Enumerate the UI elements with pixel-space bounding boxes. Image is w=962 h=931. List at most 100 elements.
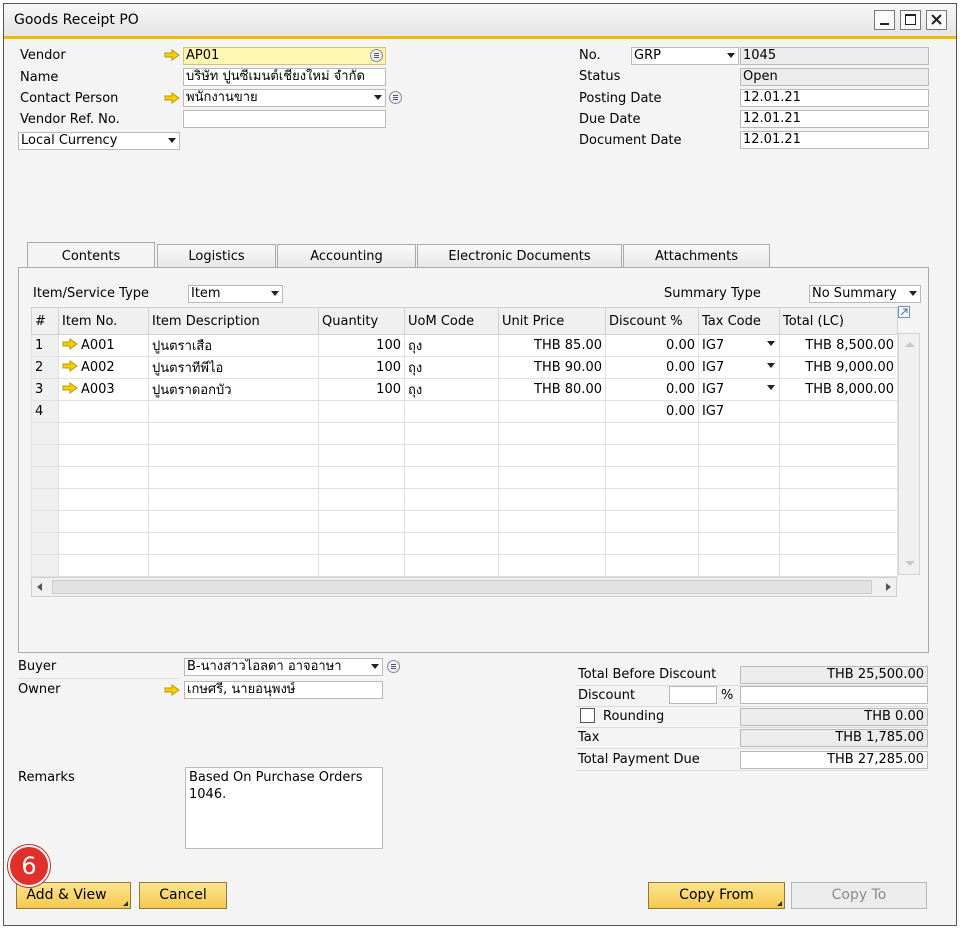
- item-no-cell[interactable]: [58, 400, 149, 423]
- empty-row[interactable]: [31, 532, 898, 555]
- maximize-icon[interactable]: [900, 10, 921, 30]
- table-row[interactable]: 2 A002 ปูนตราทีพีไอ 100 ถุง THB 90.00 0.…: [31, 356, 898, 379]
- item-no-cell[interactable]: A001: [58, 334, 149, 357]
- description-cell[interactable]: [148, 400, 319, 423]
- cancel-button[interactable]: Cancel: [139, 882, 227, 909]
- rounding-checkbox[interactable]: [580, 708, 595, 723]
- copy-from-button[interactable]: Copy From: [648, 882, 785, 909]
- posting-date-field[interactable]: 12.01.21: [740, 89, 929, 107]
- vendor-field[interactable]: AP01: [183, 47, 386, 65]
- discount-amount-field[interactable]: [740, 686, 928, 704]
- contact-person-select[interactable]: พนักงานขาย: [183, 89, 386, 107]
- empty-row[interactable]: [31, 466, 898, 489]
- discount-cell[interactable]: 0.00: [605, 334, 699, 357]
- currency-select[interactable]: Local Currency: [18, 132, 180, 150]
- link-arrow-icon[interactable]: [62, 360, 78, 372]
- tax-code-cell[interactable]: IG7: [698, 400, 780, 423]
- table-row[interactable]: 4 0.00 IG7: [31, 400, 898, 423]
- choose-list-icon[interactable]: [370, 49, 383, 62]
- column-header[interactable]: Item No.: [58, 307, 149, 335]
- name-field[interactable]: บริษัท ปูนซีเมนต์เชียงใหม่ จำกัด: [183, 68, 386, 86]
- summary-type-select[interactable]: No Summary: [809, 285, 921, 303]
- column-header[interactable]: Total (LC): [779, 307, 898, 335]
- unit-price-cell[interactable]: THB 85.00: [498, 334, 606, 357]
- link-arrow-icon[interactable]: [164, 92, 180, 104]
- link-arrow-icon[interactable]: [164, 49, 180, 61]
- choose-list-icon[interactable]: [387, 660, 400, 673]
- scroll-down-icon[interactable]: [905, 561, 915, 566]
- empty-row[interactable]: [31, 488, 898, 511]
- close-icon[interactable]: [926, 10, 947, 30]
- total-cell[interactable]: THB 8,000.00: [779, 378, 898, 401]
- choose-list-icon[interactable]: [389, 91, 402, 104]
- name-label: Name: [20, 70, 59, 85]
- due-date-field[interactable]: 12.01.21: [740, 110, 929, 128]
- total-cell[interactable]: [779, 400, 898, 423]
- column-header[interactable]: Item Description: [148, 307, 319, 335]
- total-cell[interactable]: THB 9,000.00: [779, 356, 898, 379]
- quantity-cell[interactable]: 100: [318, 334, 405, 357]
- link-arrow-icon[interactable]: [62, 338, 78, 350]
- table-row[interactable]: 1 A001 ปูนตราเสือ 100 ถุง THB 85.00 0.00…: [31, 334, 898, 357]
- link-arrow-icon[interactable]: [164, 684, 180, 696]
- unit-price-cell[interactable]: THB 90.00: [498, 356, 606, 379]
- tax-code-cell[interactable]: IG7: [698, 378, 780, 401]
- divider: [576, 770, 928, 771]
- tax-code-cell[interactable]: IG7: [698, 356, 780, 379]
- scroll-up-icon[interactable]: [905, 342, 915, 347]
- copy-to-button: Copy To: [791, 882, 927, 909]
- minimize-icon[interactable]: [874, 10, 895, 30]
- column-header[interactable]: #: [31, 307, 59, 335]
- column-header[interactable]: Quantity: [318, 307, 405, 335]
- item-type-select[interactable]: Item: [188, 285, 283, 303]
- remarks-textarea[interactable]: Based On Purchase Orders 1046.: [185, 767, 383, 849]
- expand-icon[interactable]: [898, 306, 910, 318]
- item-no-cell[interactable]: A003: [58, 378, 149, 401]
- owner-field[interactable]: เกษศรี, นายอนุพงษ์: [184, 681, 383, 699]
- empty-row[interactable]: [31, 554, 898, 577]
- item-no-cell[interactable]: A002: [58, 356, 149, 379]
- uom-cell[interactable]: ถุง: [404, 378, 499, 401]
- uom-cell[interactable]: ถุง: [404, 356, 499, 379]
- tab-logistics[interactable]: Logistics: [157, 244, 276, 268]
- vendor-ref-field[interactable]: [183, 110, 386, 128]
- tab-contents[interactable]: Contents: [27, 242, 155, 267]
- tab-accounting[interactable]: Accounting: [277, 244, 416, 268]
- horizontal-scrollbar[interactable]: [31, 577, 897, 597]
- quantity-cell[interactable]: 100: [318, 378, 405, 401]
- description-cell[interactable]: ปูนตราดอกบัว: [148, 378, 319, 401]
- uom-cell[interactable]: ถุง: [404, 334, 499, 357]
- discount-cell[interactable]: 0.00: [605, 400, 699, 423]
- tab-electronic-documents[interactable]: Electronic Documents: [417, 244, 622, 268]
- document-date-field[interactable]: 12.01.21: [740, 131, 929, 149]
- total-cell[interactable]: THB 8,500.00: [779, 334, 898, 357]
- empty-row[interactable]: [31, 422, 898, 445]
- tab-attachments[interactable]: Attachments: [623, 244, 770, 268]
- column-header[interactable]: Unit Price: [498, 307, 606, 335]
- empty-row[interactable]: [31, 510, 898, 533]
- column-header[interactable]: Discount %: [605, 307, 699, 335]
- discount-cell[interactable]: 0.00: [605, 378, 699, 401]
- quantity-cell[interactable]: [318, 400, 405, 423]
- scroll-right-icon[interactable]: [886, 583, 891, 591]
- tax-code-cell[interactable]: IG7: [698, 334, 780, 357]
- link-arrow-icon[interactable]: [62, 382, 78, 394]
- quantity-cell[interactable]: 100: [318, 356, 405, 379]
- discount-percent-field[interactable]: [669, 686, 717, 704]
- discount-cell[interactable]: 0.00: [605, 356, 699, 379]
- chevron-down-icon: [909, 291, 917, 296]
- column-header[interactable]: Tax Code: [698, 307, 780, 335]
- description-cell[interactable]: ปูนตราเสือ: [148, 334, 319, 357]
- table-row[interactable]: 3 A003 ปูนตราดอกบัว 100 ถุง THB 80.00 0.…: [31, 378, 898, 401]
- description-cell[interactable]: ปูนตราทีพีไอ: [148, 356, 319, 379]
- series-select[interactable]: GRP: [631, 47, 739, 65]
- scroll-thumb[interactable]: [52, 580, 872, 594]
- scroll-left-icon[interactable]: [37, 583, 42, 591]
- vertical-scrollbar[interactable]: [898, 333, 920, 575]
- uom-cell[interactable]: [404, 400, 499, 423]
- column-header[interactable]: UoM Code: [404, 307, 499, 335]
- empty-row[interactable]: [31, 444, 898, 467]
- unit-price-cell[interactable]: THB 80.00: [498, 378, 606, 401]
- unit-price-cell[interactable]: [498, 400, 606, 423]
- buyer-select[interactable]: B-นางสาวไอลดา อาจอาษา: [184, 658, 383, 676]
